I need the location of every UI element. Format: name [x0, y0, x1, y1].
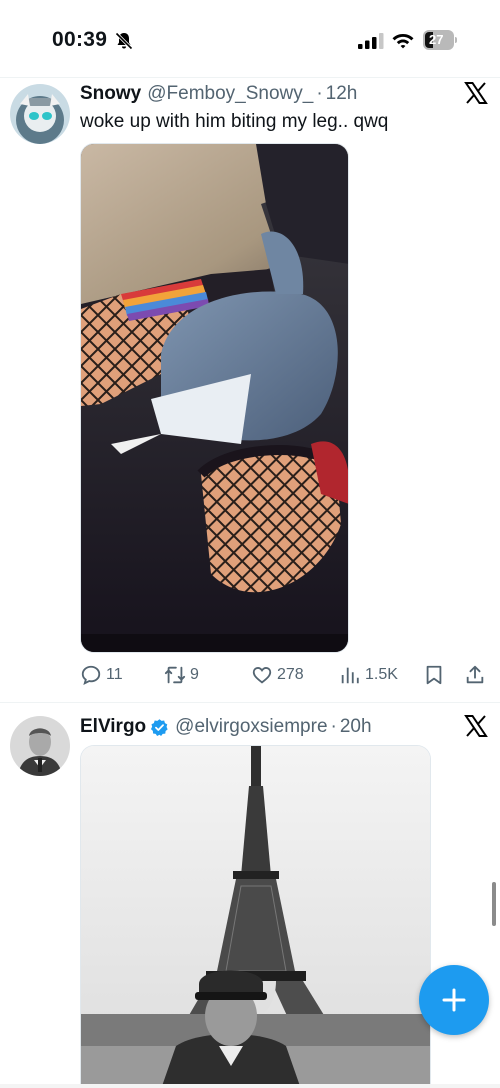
display-name[interactable]: ElVirgo: [80, 716, 146, 738]
tweet-actions: 11 9 278 1.5K: [80, 660, 490, 690]
views-button[interactable]: 1.5K: [339, 660, 398, 690]
username-handle[interactable]: @elvirgoxsiempre: [175, 716, 327, 738]
reply-button[interactable]: 11: [80, 660, 123, 690]
battery-icon: 27: [423, 30, 457, 50]
bookmark-icon: [426, 665, 442, 685]
battery-level: 27: [429, 32, 444, 47]
separator-dot: ·: [330, 716, 337, 737]
retweet-button[interactable]: 9: [164, 660, 199, 690]
tweet[interactable]: ElVirgo @elvirgoxsiempre · 20h: [0, 703, 500, 1088]
timestamp[interactable]: 12h: [326, 83, 358, 105]
reply-icon: [81, 665, 101, 685]
photo-icon: [81, 144, 348, 652]
compose-button[interactable]: [419, 965, 489, 1035]
tweet[interactable]: Snowy @Femboy_Snowy_ · 12h woke up with …: [0, 78, 500, 702]
x-logo-icon: [464, 82, 488, 104]
view-count: 1.5K: [365, 666, 398, 683]
scroll-indicator[interactable]: [492, 882, 496, 926]
views-chart-icon: [341, 667, 359, 684]
retweet-icon: [164, 666, 186, 684]
share-button[interactable]: [464, 660, 490, 690]
retweet-count: 9: [190, 666, 199, 683]
avatar[interactable]: [10, 716, 70, 776]
x-logo-icon: [464, 715, 488, 737]
tweet-photo[interactable]: [80, 143, 349, 653]
share-icon: [466, 665, 484, 684]
bookmark-button[interactable]: [423, 660, 449, 690]
heart-icon: [252, 667, 272, 684]
like-count: 278: [277, 666, 304, 683]
tweet-text: woke up with him biting my leg.. qwq: [80, 111, 389, 132]
plus-icon: [442, 988, 466, 1012]
username-handle[interactable]: @Femboy_Snowy_: [147, 83, 313, 105]
timestamp[interactable]: 20h: [340, 716, 372, 738]
tweet-photo[interactable]: [80, 745, 431, 1088]
wifi-icon: [392, 34, 414, 49]
tweet-header: Snowy @Femboy_Snowy_ · 12h: [80, 82, 357, 106]
tweet-header: ElVirgo @elvirgoxsiempre · 20h: [80, 715, 372, 739]
like-button[interactable]: 278: [251, 660, 304, 690]
display-name[interactable]: Snowy: [80, 83, 141, 105]
status-bar: 00:39 27: [0, 0, 500, 78]
verified-badge-icon: [151, 718, 168, 736]
cellular-signal-icon: [358, 33, 384, 49]
bell-slash-icon: [115, 32, 133, 50]
avatar[interactable]: [10, 84, 70, 144]
status-time: 00:39: [52, 28, 108, 51]
bottom-edge: [0, 1084, 500, 1088]
photo-icon: [81, 746, 430, 1088]
separator-dot: ·: [316, 83, 323, 104]
reply-count: 11: [106, 666, 123, 683]
